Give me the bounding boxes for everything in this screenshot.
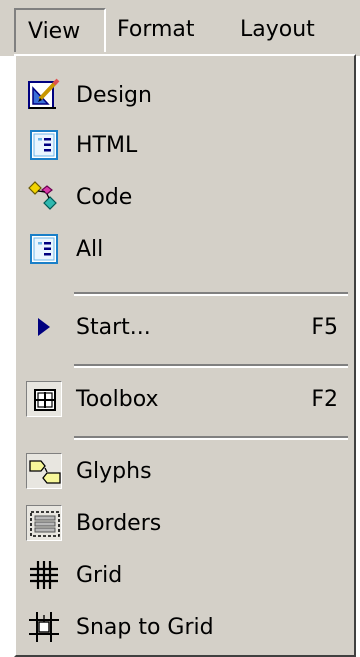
menu-item-toolbox[interactable]: Toolbox F2 [20, 376, 352, 424]
menu-item-shortcut: F5 [311, 315, 338, 340]
menu-item-label: Toolbox [76, 387, 159, 412]
code-view-icon [26, 179, 62, 215]
menu-separator [74, 364, 348, 368]
view-dropdown-menu: Design HTML Code All Start... F5 Toolbox… [14, 54, 356, 657]
menu-item-label: Design [76, 83, 152, 108]
menu-item-shortcut: F2 [311, 387, 338, 412]
menu-separator [74, 292, 348, 296]
menu-item-grid[interactable]: Grid [20, 552, 352, 600]
glyphs-icon [26, 453, 62, 489]
toolbox-icon [26, 381, 62, 417]
borders-icon [26, 505, 62, 541]
menu-item-borders[interactable]: Borders [20, 500, 352, 548]
menu-item-label: Glyphs [76, 459, 152, 484]
menu-format[interactable]: Format [117, 8, 195, 52]
menu-view[interactable]: View [14, 8, 106, 52]
menu-item-label: Grid [76, 563, 123, 588]
menu-item-label: All [76, 237, 104, 262]
menu-item-design[interactable]: Design [20, 72, 352, 120]
menu-item-html[interactable]: HTML [20, 122, 352, 170]
all-view-icon [26, 231, 62, 267]
menu-item-code[interactable]: Code [20, 174, 352, 222]
menu-item-start[interactable]: Start... F5 [20, 304, 352, 352]
menu-item-label: HTML [76, 133, 138, 158]
start-triangle-icon [26, 309, 62, 345]
menu-item-label: Snap to Grid [76, 615, 214, 640]
menu-item-label: Start... [76, 315, 151, 340]
html-page-icon [26, 127, 62, 163]
design-view-icon [26, 77, 62, 113]
menu-item-glyphs[interactable]: Glyphs [20, 448, 352, 496]
grid-icon [26, 557, 62, 593]
snap-to-grid-icon [26, 609, 62, 645]
menu-item-label: Code [76, 185, 133, 210]
menu-item-snap-to-grid[interactable]: Snap to Grid [20, 604, 352, 652]
menu-item-label: Borders [76, 511, 162, 536]
menu-item-all[interactable]: All [20, 226, 352, 274]
menu-layout[interactable]: Layout [240, 8, 315, 52]
menu-separator [74, 436, 348, 440]
menu-bar: View Format Layout [0, 0, 360, 56]
